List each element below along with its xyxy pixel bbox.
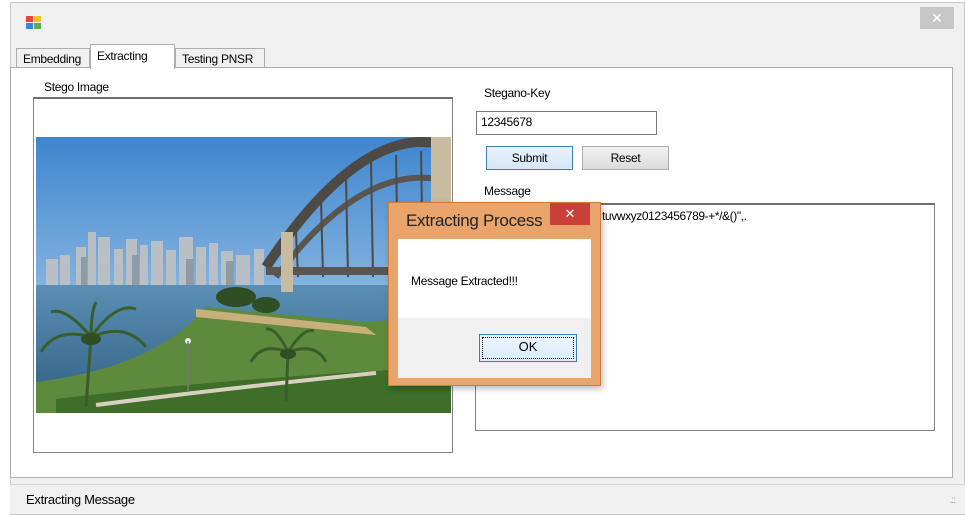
tab-embedding[interactable]: Embedding xyxy=(16,48,90,68)
message-text: tuvwxyz0123456789-+*/&()",. xyxy=(602,209,747,223)
stegano-key-label: Stegano-Key xyxy=(484,86,551,100)
window-close-button[interactable]: ✕ xyxy=(920,7,954,29)
message-label: Message xyxy=(484,184,531,198)
status-bar: Extracting Message .:: xyxy=(10,484,965,514)
resize-grip-icon[interactable]: .:: xyxy=(950,495,956,506)
ok-button[interactable]: OK xyxy=(479,334,577,362)
dialog-close-button[interactable]: ✕ xyxy=(550,203,590,225)
dialog-body: Message Extracted!!! xyxy=(398,239,591,318)
tab-extracting[interactable]: Extracting xyxy=(90,44,175,69)
close-icon: ✕ xyxy=(931,10,943,26)
close-icon: ✕ xyxy=(564,206,576,221)
reset-button[interactable]: Reset xyxy=(582,146,669,170)
app-icon xyxy=(26,16,42,30)
dialog-message: Message Extracted!!! xyxy=(411,274,518,288)
dialog-title: Extracting Process xyxy=(406,211,543,230)
stego-image-label: Stego Image xyxy=(44,80,109,94)
status-text: Extracting Message xyxy=(26,492,135,507)
tab-testing-pnsr[interactable]: Testing PNSR xyxy=(175,48,265,68)
extracting-process-dialog: Extracting Process ✕ Message Extracted!!… xyxy=(388,202,601,386)
title-bar: ✕ xyxy=(11,3,964,43)
stegano-key-input[interactable]: 12345678 xyxy=(476,111,657,135)
dialog-footer: OK xyxy=(398,318,591,378)
submit-button[interactable]: Submit xyxy=(486,146,573,170)
